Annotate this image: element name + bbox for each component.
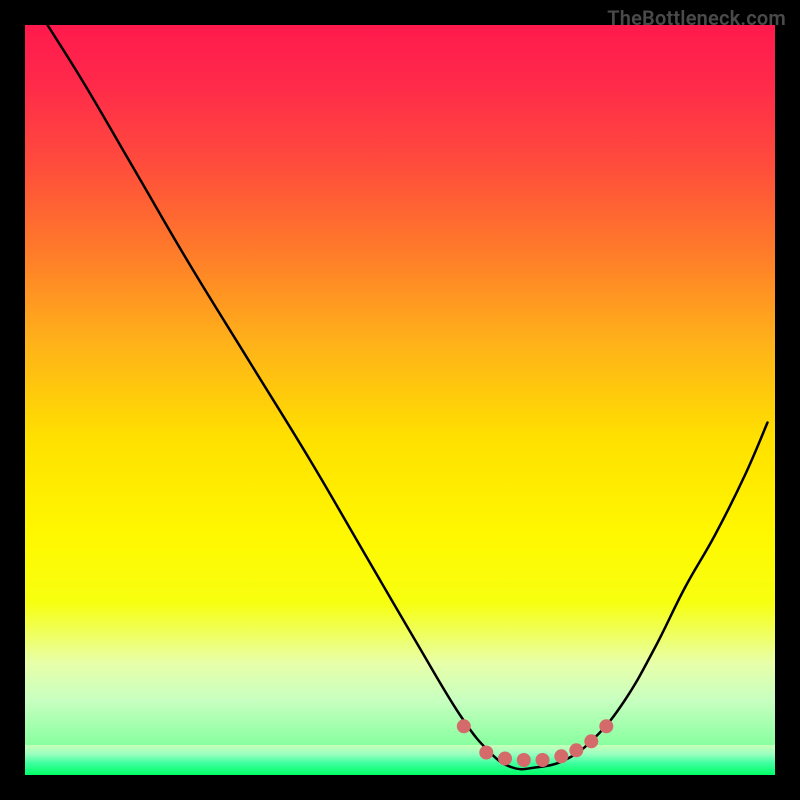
marker-dot [569, 743, 583, 757]
marker-dot [584, 734, 598, 748]
marker-dot [498, 752, 512, 766]
marker-dot [599, 719, 613, 733]
bottleneck-curve [48, 25, 768, 769]
marker-dot [517, 753, 531, 767]
marker-dot [457, 719, 471, 733]
marker-dot [554, 749, 568, 763]
chart-overlay [25, 25, 775, 775]
marker-dot [479, 746, 493, 760]
marker-dot [536, 753, 550, 767]
plot-area [25, 25, 775, 775]
chart-frame: TheBottleneck.com [0, 0, 800, 800]
